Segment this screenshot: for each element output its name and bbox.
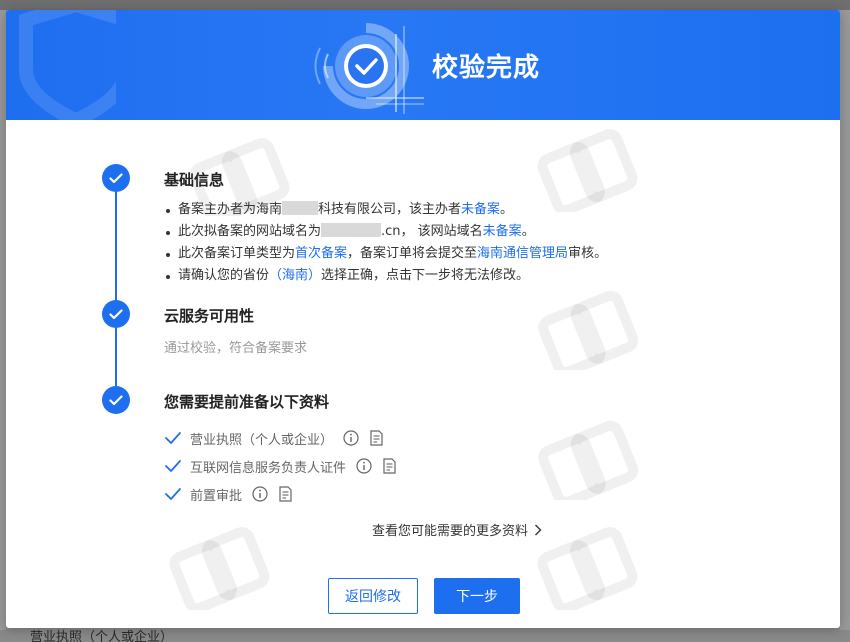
material-label: 前置审批: [190, 488, 243, 504]
redacted-block: [321, 223, 382, 237]
list-item: 前置审批: [164, 480, 397, 508]
document-icon[interactable]: [278, 486, 293, 502]
next-step-button[interactable]: 下一步: [434, 578, 520, 614]
chevron-right-icon: [535, 524, 542, 535]
step-title: 基础信息: [164, 171, 225, 189]
list-item: 备案主办者为海南 科技有限公司，该主办者未备案。: [164, 199, 607, 221]
list-item: 此次备案订单类型为首次备案，备案订单将会提交至海南通信管理局审核。: [164, 243, 607, 265]
list-item: 营业执照（个人或企业）: [164, 424, 397, 452]
step-connector: [115, 328, 117, 386]
step-title: 您需要提前准备以下资料: [164, 393, 330, 411]
review-authority: 海南通信管理局: [477, 246, 569, 261]
background-bottom-text: 营业执照（个人或企业）: [30, 630, 174, 642]
check-circle-icon: [102, 300, 130, 328]
check-icon: [165, 460, 181, 472]
step-subtitle: 通过校验，符合备案要求: [164, 341, 308, 356]
materials-list: 营业执照（个人或企业） 互联网信息服务负责人证件 前置审批: [164, 424, 397, 508]
step-connector: [115, 192, 117, 304]
province: （海南）: [269, 268, 322, 283]
redacted-block: [282, 201, 319, 215]
material-label: 营业执照（个人或企业）: [190, 432, 334, 448]
info-icon[interactable]: [252, 486, 268, 502]
watermark-logo-icon: [537, 527, 638, 610]
step-title: 云服务可用性: [164, 307, 255, 325]
status-unregistered: 未备案: [482, 224, 522, 239]
basic-info-list: 备案主办者为海南 科技有限公司，该主办者未备案。 此次拟备案的网站域名为 .cn， …: [164, 199, 607, 287]
check-circle-icon: [102, 164, 130, 192]
document-icon[interactable]: [382, 458, 397, 474]
info-icon[interactable]: [343, 430, 359, 446]
verification-dialog: 校验完成 基础信息 备案主办者为海南 科技有限公司，该主办者未备案。 此次拟备案…: [6, 10, 840, 628]
list-item: 请确认您的省份（海南）选择正确，点击下一步将无法修改。: [164, 265, 607, 287]
status-unregistered: 未备案: [461, 202, 501, 217]
dialog-header: 校验完成: [6, 10, 840, 120]
check-icon: [165, 488, 181, 500]
list-item: 互联网信息服务负责人证件: [164, 452, 397, 480]
back-edit-button[interactable]: 返回修改: [328, 578, 418, 614]
list-item: 此次拟备案的网站域名为 .cn， 该网站域名未备案。: [164, 221, 607, 243]
watermark-logo-icon: [538, 420, 639, 500]
check-icon: [165, 432, 181, 444]
shield-decoration-icon: [19, 10, 116, 120]
dialog-title: 校验完成: [432, 53, 541, 83]
background-topbar: [0, 0, 850, 10]
order-type: 首次备案: [295, 246, 348, 261]
more-materials-link[interactable]: 查看您可能需要的更多资料: [372, 520, 542, 539]
document-icon[interactable]: [369, 430, 384, 446]
check-circle-icon: [314, 23, 424, 114]
check-circle-icon: [102, 386, 130, 414]
info-icon[interactable]: [356, 458, 372, 474]
material-label: 互联网信息服务负责人证件: [190, 460, 347, 476]
background-right-edge: [840, 10, 850, 630]
